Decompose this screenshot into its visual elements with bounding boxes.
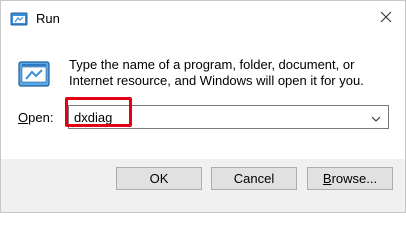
window-title: Run bbox=[36, 11, 60, 26]
run-app-icon bbox=[10, 11, 28, 27]
browse-mnemonic: B bbox=[322, 171, 332, 186]
open-input[interactable] bbox=[69, 106, 365, 128]
title-bar: Run bbox=[1, 1, 405, 35]
cancel-button[interactable]: Cancel bbox=[211, 167, 297, 190]
dialog-body: Type the name of a program, folder, docu… bbox=[1, 35, 405, 159]
open-combobox[interactable] bbox=[68, 105, 389, 129]
run-dialog: Run Type the name of a program, folder, … bbox=[0, 0, 406, 213]
run-program-icon bbox=[17, 59, 51, 89]
close-button[interactable] bbox=[371, 5, 401, 31]
button-bar: OK Cancel Browse... bbox=[1, 159, 405, 212]
open-label-mnemonic: O bbox=[18, 110, 29, 125]
instruction-text: Type the name of a program, folder, docu… bbox=[69, 57, 364, 88]
close-icon bbox=[380, 11, 392, 26]
chevron-down-icon bbox=[371, 110, 381, 125]
ok-button[interactable]: OK bbox=[116, 167, 202, 190]
open-label: Open: bbox=[18, 110, 53, 125]
browse-button[interactable]: Browse... bbox=[307, 167, 393, 190]
open-label-text: pen: bbox=[28, 110, 54, 125]
dropdown-button[interactable] bbox=[366, 106, 386, 128]
browse-label: rowse... bbox=[331, 171, 378, 186]
